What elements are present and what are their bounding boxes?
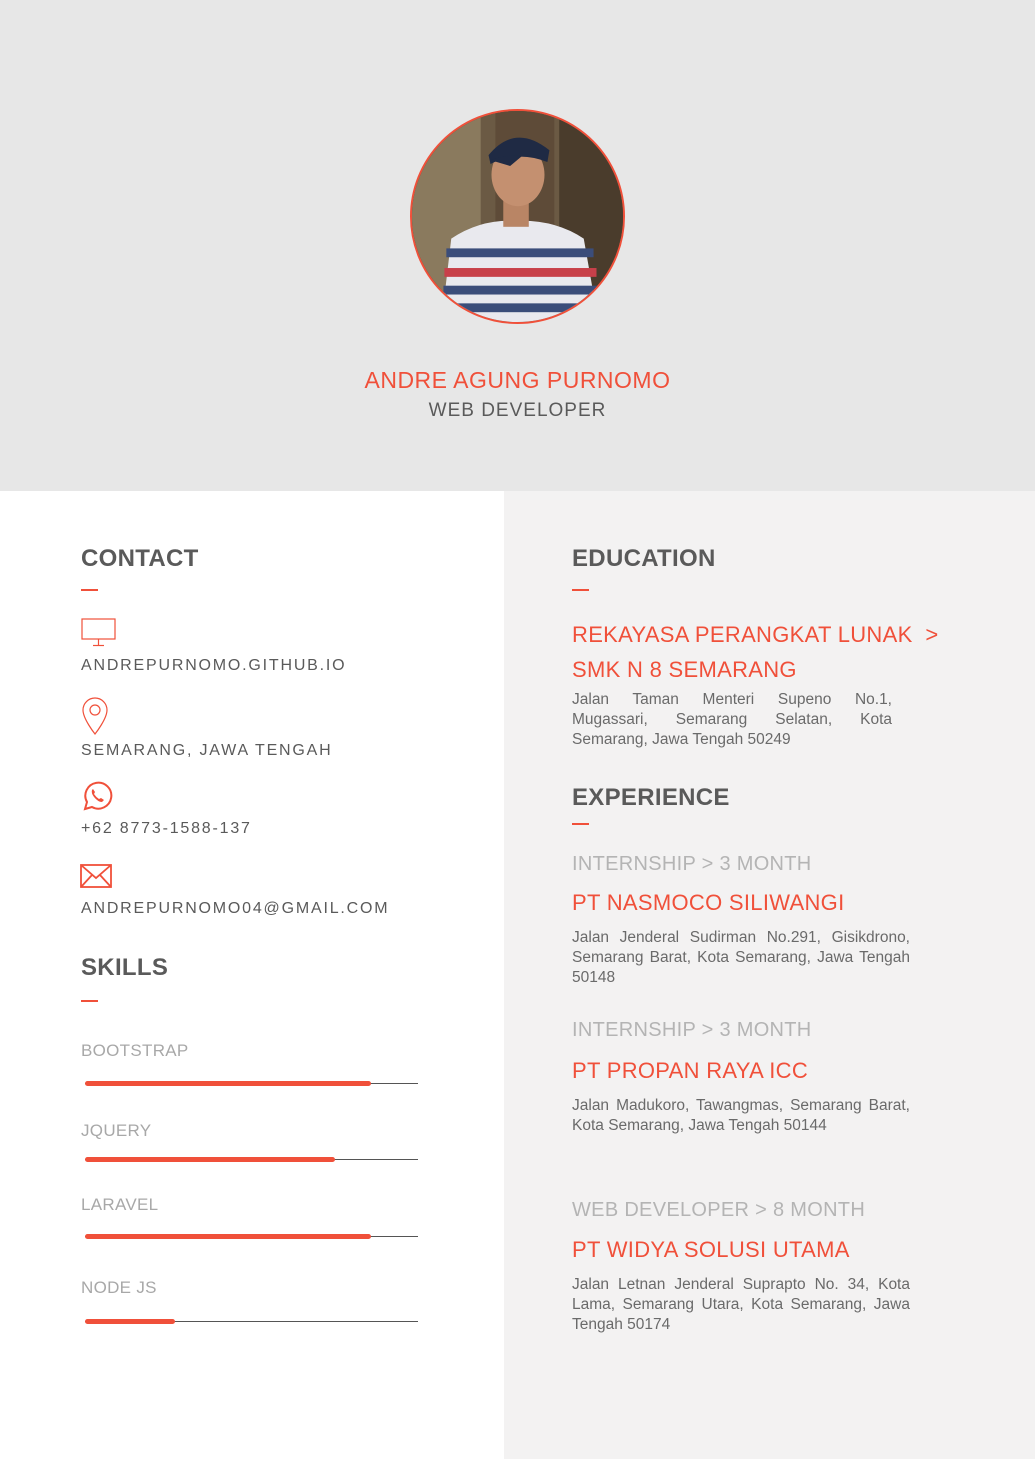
experience-meta-3: WEB DEVELOPER > 8 MONTH <box>572 1199 866 1221</box>
education-school: SMK N 8 SEMARANG <box>572 657 797 682</box>
skills-heading-rule <box>81 1000 98 1002</box>
education-address: Jalan Taman Menteri Supeno No.1, Mugassa… <box>572 691 892 748</box>
whatsapp-icon <box>83 781 113 811</box>
envelope-icon <box>80 864 112 888</box>
skill-fill-nodejs <box>85 1319 175 1324</box>
contact-heading: CONTACT <box>81 545 199 572</box>
contact-location: SEMARANG, JAWA TENGAH <box>81 742 333 759</box>
experience-heading-rule <box>572 823 589 825</box>
education-heading-rule <box>572 589 589 591</box>
experience-company-2: PT PROPAN RAYA ICC <box>572 1058 809 1083</box>
skill-track-nodejs <box>85 1319 418 1324</box>
profile-role: WEB DEVELOPER <box>428 400 607 421</box>
experience-company-1: PT NASMOCO SILIWANGI <box>572 890 845 915</box>
skill-label-jquery: JQUERY <box>81 1121 152 1140</box>
skill-fill-laravel <box>85 1234 372 1239</box>
experience-address-3: Jalan Letnan Jenderal Suprapto No. 34, K… <box>572 1276 910 1333</box>
profile-photo <box>412 111 623 322</box>
skill-fill-bootstrap <box>85 1081 372 1086</box>
profile-name: ANDRE AGUNG PURNOMO <box>364 367 671 393</box>
skill-fill-jquery <box>85 1157 335 1162</box>
contact-website[interactable]: ANDREPURNOMO.GITHUB.IO <box>81 657 346 675</box>
skills-heading: SKILLS <box>81 954 169 981</box>
experience-meta-1: INTERNSHIP > 3 MONTH <box>572 853 812 875</box>
header: ANDRE AGUNG PURNOMO WEB DEVELOPER <box>0 0 1035 491</box>
experience-company-3: PT WIDYA SOLUSI UTAMA <box>572 1237 850 1262</box>
skill-track-bootstrap <box>85 1081 418 1086</box>
education-program: REKAYASA PERANGKAT LUNAK > <box>572 622 939 647</box>
contact-phone[interactable]: +62 8773-1588-137 <box>81 820 252 838</box>
skill-label-laravel: LARAVEL <box>81 1195 159 1214</box>
contact-heading-rule <box>81 589 98 591</box>
experience-meta-2: INTERNSHIP > 3 MONTH <box>572 1019 812 1041</box>
monitor-icon <box>81 618 116 647</box>
education-heading: EDUCATION <box>572 545 716 572</box>
location-pin-icon <box>82 697 108 735</box>
skill-track-laravel <box>85 1234 418 1239</box>
contact-email[interactable]: ANDREPURNOMO04@GMAIL.COM <box>81 900 389 918</box>
skill-label-nodejs: NODE JS <box>81 1278 157 1297</box>
experience-heading: EXPERIENCE <box>572 784 730 811</box>
skill-track-jquery <box>85 1157 418 1162</box>
skill-label-bootstrap: BOOTSTRAP <box>81 1041 189 1060</box>
experience-address-2: Jalan Madukoro, Tawangmas, Semarang Bara… <box>572 1097 910 1134</box>
experience-address-1: Jalan Jenderal Sudirman No.291, Gisikdro… <box>572 929 910 986</box>
avatar <box>410 109 625 324</box>
